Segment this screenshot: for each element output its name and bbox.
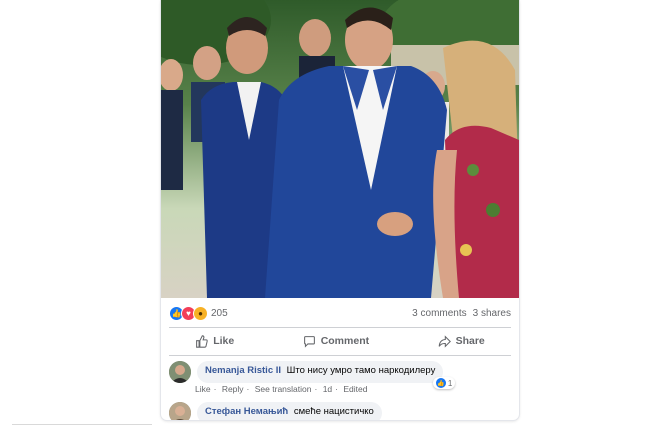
post-stats-bar: 👍 ♥ ● 205 3 comments 3 shares: [161, 300, 519, 326]
comment-text: Што нису умро тамо наркодилеру: [286, 365, 436, 376]
facebook-post-card: 👍 ♥ ● 205 3 comments 3 shares Like Comme…: [161, 0, 519, 420]
commenter-avatar[interactable]: [169, 402, 191, 420]
comment-reaction-count: 1: [447, 378, 453, 388]
wow-reaction-icon: ●: [193, 305, 208, 321]
comment-icon: [303, 335, 315, 348]
comment-meta: Like · Reply · See translation · 1d · Edited: [195, 384, 368, 394]
comment-item: Стефан Немањић смеће нацистичко: [169, 402, 382, 420]
comment-text: смеће нацистичко: [293, 406, 374, 417]
comment-edited-label: Edited: [343, 384, 368, 394]
thumbs-up-icon: [196, 334, 208, 348]
comment-reaction-badge[interactable]: 👍 1: [432, 377, 456, 389]
comment-reply-link[interactable]: Reply: [222, 384, 244, 394]
comment-item: Nemanja Ristic II Што нису умро тамо нар…: [169, 361, 456, 389]
share-button-label: Share: [455, 335, 485, 347]
like-reaction-icon: 👍: [435, 378, 446, 388]
share-button[interactable]: Share: [426, 332, 497, 351]
avatar-image: [169, 402, 191, 420]
comment-like-link[interactable]: Like: [195, 384, 211, 394]
share-arrow-icon: [438, 334, 451, 348]
comments-count-link[interactable]: 3 comments: [412, 308, 466, 319]
shares-count-link[interactable]: 3 shares: [473, 308, 511, 319]
comment-bubble: Стефан Немањић смеће нацистичко: [197, 402, 382, 420]
like-button[interactable]: Like: [183, 332, 246, 351]
comment-author-link[interactable]: Nemanja Ristic II: [205, 365, 281, 376]
avatar-image: [169, 361, 191, 383]
commenter-avatar[interactable]: [169, 361, 191, 383]
comment-bubble: Nemanja Ristic II Што нису умро тамо нар…: [197, 361, 456, 389]
comment-time[interactable]: 1d: [323, 384, 332, 394]
like-button-label: Like: [213, 335, 235, 347]
comment-author-link[interactable]: Стефан Немањић: [205, 406, 288, 417]
see-translation-link[interactable]: See translation: [255, 384, 312, 394]
page-divider: [12, 424, 152, 425]
reaction-count: 205: [211, 307, 228, 319]
comment-button-label: Comment: [320, 335, 370, 347]
post-actions-bar: Like Comment Share: [161, 328, 519, 354]
post-photo-illustration: [161, 0, 519, 298]
post-photo[interactable]: [161, 0, 519, 298]
reaction-summary[interactable]: 👍 ♥ ● 205: [169, 305, 228, 321]
comment-button[interactable]: Comment: [291, 332, 381, 351]
actions-divider: [169, 355, 511, 356]
